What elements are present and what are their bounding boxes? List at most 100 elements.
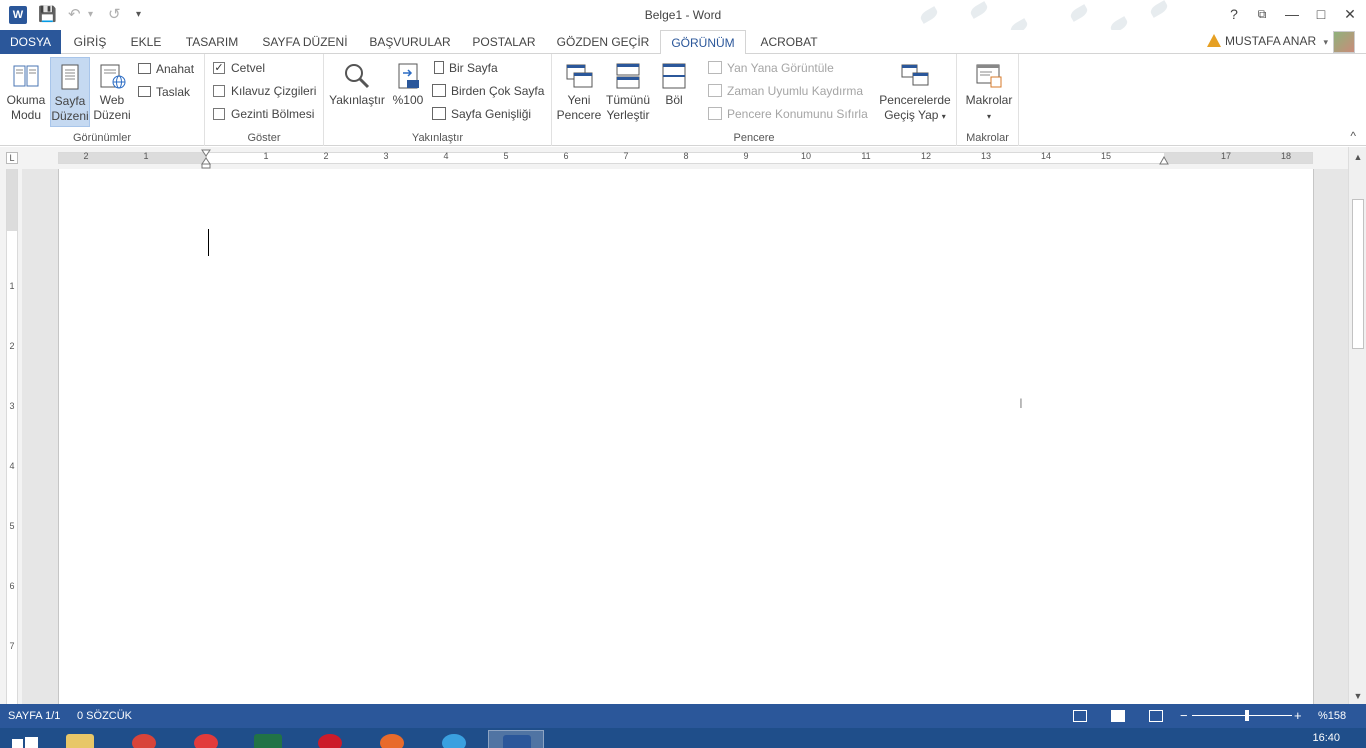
gridlines-label: Kılavuz Çizgileri [231,84,317,98]
draft-button[interactable]: Taslak [138,82,190,102]
ribbon-display-options-button[interactable]: ⧉ [1251,4,1273,24]
taskbar-word[interactable] [488,730,544,748]
horizontal-ruler[interactable]: L 2 1 1 2 3 4 5 6 7 8 9 10 11 12 13 14 15 17 18 [0,147,1348,169]
page-count[interactable]: SAYFA 1/1 [8,710,60,722]
vertical-ruler[interactable]: 1 2 3 4 5 6 7 [0,169,22,704]
view-side-by-side-button[interactable]: Yan Yana Görüntüle [708,58,834,78]
page-width-button[interactable]: Sayfa Genişliği [432,104,531,124]
undo-icon[interactable]: ↶ [68,5,81,23]
tab-insert[interactable]: EKLE [124,30,168,54]
zoom-out-button[interactable]: − [1180,708,1188,723]
tab-view[interactable]: GÖRÜNÜM [660,30,746,55]
zoom-level[interactable]: %158 [1318,710,1346,722]
tab-home[interactable]: GİRİŞ [68,30,112,54]
right-indent-marker-icon[interactable] [1159,156,1169,165]
synchronous-scrolling-button[interactable]: Zaman Uyumlu Kaydırma [708,81,863,101]
close-button[interactable]: ✕ [1339,4,1361,24]
ruler-number: 8 [683,151,689,161]
taskbar-media[interactable] [364,730,420,748]
zoom-100-button[interactable]: %100 [390,57,426,127]
clock[interactable]: 16:40 [1312,732,1340,744]
tab-review[interactable]: GÖZDEN GEÇİR [554,30,652,54]
arrange-all-button[interactable]: Tümünü Yerleştir [604,57,652,127]
help-button[interactable]: ? [1223,4,1245,24]
ruler-number: 13 [980,151,991,161]
taskbar-chrome[interactable] [116,730,172,748]
group-zoom: Yakınlaştır %100 Bir Sayfa Birden Çok Sa… [324,54,552,146]
zoom-label: Yakınlaştır [329,93,385,107]
zoom-button[interactable]: Yakınlaştır [328,57,386,127]
scroll-thumb[interactable] [1352,199,1364,349]
tab-references[interactable]: BAŞVURULAR [366,30,454,54]
reset-window-position-button[interactable]: Pencere Konumunu Sıfırla [708,104,868,124]
word-app-icon[interactable]: W [9,6,27,24]
title-bar: W 💾 ↶ ▾ ↺ ▾ Belge1 - Word ? ⧉ — □ ✕ [0,0,1366,36]
ruler-number: 1 [143,151,149,161]
tab-page-layout[interactable]: SAYFA DÜZENİ [256,30,354,54]
save-icon[interactable]: 💾 [38,5,57,23]
web-layout-button[interactable]: Web Düzeni [92,57,132,127]
undo-dropdown-icon[interactable]: ▾ [88,9,93,20]
avatar[interactable] [1333,31,1355,53]
read-mode-view-icon[interactable] [1073,710,1087,722]
nav-pane-checkbox[interactable]: Gezinti Bölmesi [213,104,314,124]
zoom-slider-thumb[interactable] [1245,710,1249,721]
print-layout-view-icon[interactable] [1111,710,1125,722]
tab-file[interactable]: DOSYA [0,30,61,54]
new-window-icon [566,64,593,88]
web-layout-view-icon[interactable] [1149,710,1163,722]
tab-mailings[interactable]: POSTALAR [466,30,542,54]
macros-dropdown-icon: ▾ [986,112,991,121]
multiple-pages-button[interactable]: Birden Çok Sayfa [432,81,544,101]
outline-button[interactable]: Anahat [138,59,194,79]
zoom-in-button[interactable]: + [1294,708,1302,723]
print-layout-label: Sayfa Düzeni [51,94,89,123]
one-page-button[interactable]: Bir Sayfa [434,58,498,78]
minimize-button[interactable]: — [1281,4,1303,24]
ruler-checkbox[interactable]: ✓ Cetvel [213,58,265,78]
taskbar-app[interactable] [178,730,234,748]
read-mode-label: Okuma Modu [6,93,46,122]
indent-marker-icon[interactable] [201,149,211,169]
tab-selector[interactable]: L [6,152,18,164]
taskbar-excel[interactable] [240,730,296,748]
vertical-scrollbar[interactable]: ▲ ▼ [1348,147,1366,704]
chrome-icon [132,734,156,748]
user-account[interactable]: MUSTAFA ANAR ▾ [1206,30,1328,54]
redo-icon[interactable]: ↺ [108,5,121,23]
arrange-all-icon [616,63,640,89]
gridlines-checkbox[interactable]: Kılavuz Çizgileri [213,81,316,101]
group-window: Yeni Pencere Tümünü Yerleştir Böl Yan Ya… [552,54,957,146]
ibeam-pointer-icon: I [1019,395,1023,411]
ribbon: Okuma Modu Sayfa Düzeni Web Düzeni Anaha… [0,54,1366,146]
one-page-icon [434,61,444,75]
maximize-button[interactable]: □ [1310,4,1332,24]
ribbon-tabs: DOSYA GİRİŞ EKLE TASARIM SAYFA DÜZENİ BA… [0,30,1366,55]
tab-acrobat[interactable]: ACROBAT [754,30,824,54]
taskbar-explorer[interactable] [52,730,108,748]
vertical-ruler-number: 6 [9,581,15,591]
document-page[interactable]: I [58,169,1314,704]
start-button[interactable] [0,730,50,748]
scroll-up-icon[interactable]: ▲ [1352,151,1364,163]
word-count[interactable]: 0 SÖZCÜK [77,710,132,722]
split-button[interactable]: Böl [656,57,692,127]
switch-windows-button[interactable]: Pencerelerde Geçiş Yap ▾ [878,57,952,127]
customize-qat-icon[interactable]: ▾ [136,9,141,20]
zoom-slider[interactable] [1192,715,1292,716]
new-window-button[interactable]: Yeni Pencere [556,57,602,127]
ruler-number: 5 [503,151,509,161]
page-width-label: Sayfa Genişliği [451,107,532,121]
taskbar-ie[interactable] [426,730,482,748]
read-mode-button[interactable]: Okuma Modu [4,57,48,127]
ruler-check-mark: ✓ [213,61,225,74]
taskbar-opera[interactable] [302,730,358,748]
print-layout-button[interactable]: Sayfa Düzeni [50,57,90,127]
arrange-all-label: Tümünü Yerleştir [605,93,651,122]
scroll-down-icon[interactable]: ▼ [1352,690,1364,702]
magnifier-icon [345,64,370,89]
tab-design[interactable]: TASARIM [180,30,244,54]
collapse-ribbon-icon[interactable]: ^ [1350,129,1356,143]
opera-icon [318,734,342,748]
macros-button[interactable]: Makrolar ▾ [961,57,1017,127]
